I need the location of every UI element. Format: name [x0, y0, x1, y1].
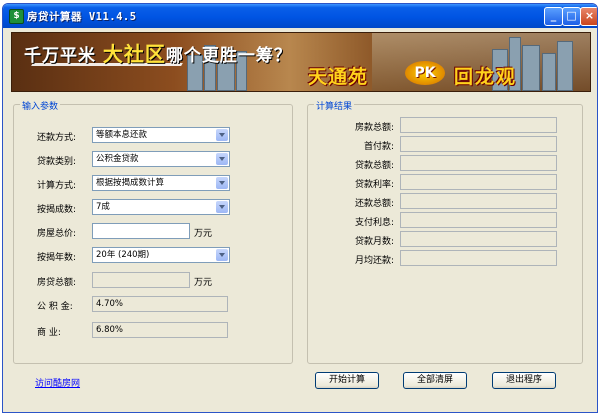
mortgage-ratio-value: 7成: [96, 202, 110, 212]
window-title: 房贷计算器 V11.4.5: [27, 11, 137, 23]
result-label: 月均还款:: [354, 256, 394, 266]
fund-rate-label: 公 积 金:: [37, 302, 73, 312]
result-field: [400, 193, 557, 209]
banner-headline-b: 大社区: [102, 42, 166, 66]
chevron-down-icon[interactable]: [216, 153, 228, 165]
repay-method-label: 还款方式:: [37, 133, 77, 143]
mortgage-years-label: 按揭年数:: [37, 253, 77, 263]
banner-pk-badge: PK: [405, 61, 445, 85]
result-field: [400, 250, 557, 266]
fund-rate-field: 4.70%: [92, 296, 228, 312]
mortgage-years-value: 20年 (240期): [96, 250, 150, 260]
result-title: 计算结果: [314, 99, 355, 112]
result-label: 贷款利率:: [354, 180, 394, 190]
chevron-down-icon[interactable]: [216, 201, 228, 213]
loan-type-label: 贷款类别:: [37, 157, 77, 167]
result-group: 计算结果 房款总额: 首付款: 贷款总额: 贷款利率: 还款总额: 支付利息: …: [307, 99, 583, 364]
result-label: 房款总额:: [354, 123, 394, 133]
ad-banner[interactable]: 千万平米 大社区哪个更胜一筹？ 天通苑 PK 回龙观: [11, 32, 591, 92]
repay-method-select[interactable]: 等额本息还款: [92, 127, 230, 143]
clear-all-button[interactable]: 全部清屏: [403, 372, 467, 389]
banner-headline-a: 千万平米: [24, 46, 96, 66]
result-label: 贷款月数:: [354, 237, 394, 247]
result-field: [400, 212, 557, 228]
house-price-input[interactable]: [92, 223, 190, 239]
banner-place-b: 回龙观: [454, 66, 518, 88]
house-price-unit: 万元: [194, 229, 213, 239]
result-label: 支付利息:: [354, 218, 394, 228]
result-field: [400, 136, 557, 152]
minimize-button[interactable]: _: [544, 7, 563, 26]
fund-rate-value: 4.70%: [96, 299, 124, 309]
result-label: 首付款:: [363, 142, 394, 152]
close-button[interactable]: ×: [580, 7, 597, 26]
house-price-label: 房屋总价:: [37, 229, 77, 239]
title-bar[interactable]: $ 房贷计算器 V11.4.5 _ □ ×: [3, 4, 597, 28]
banner-building: [522, 45, 540, 91]
banner-headline-c: 哪个更胜一筹？: [165, 46, 292, 66]
banner-building: [542, 53, 556, 91]
result-field: [400, 231, 557, 247]
commercial-rate-field: 6.80%: [92, 322, 228, 338]
banner-building: [557, 41, 573, 91]
result-field: [400, 155, 557, 171]
start-calc-button[interactable]: 开始计算: [315, 372, 379, 389]
banner-headline: 千万平米 大社区哪个更胜一筹？: [24, 38, 292, 67]
repay-method-value: 等额本息还款: [96, 130, 148, 140]
mortgage-ratio-label: 按揭成数:: [37, 205, 77, 215]
app-window: $ 房贷计算器 V11.4.5 _ □ × 千万平米 大社区哪个更胜一筹？ 天通…: [2, 3, 598, 413]
exit-button[interactable]: 退出程序: [492, 372, 556, 389]
result-field: [400, 117, 557, 133]
chevron-down-icon[interactable]: [216, 129, 228, 141]
commercial-rate-value: 6.80%: [96, 325, 124, 335]
result-label: 贷款总额:: [354, 161, 394, 171]
loan-total-unit: 万元: [194, 278, 213, 288]
chevron-down-icon[interactable]: [216, 177, 228, 189]
commercial-rate-label: 商 业:: [37, 328, 61, 338]
calc-method-select[interactable]: 根据按揭成数计算: [92, 175, 230, 191]
chevron-down-icon[interactable]: [216, 249, 228, 261]
banner-place-a: 天通苑: [308, 66, 369, 88]
app-icon: $: [9, 9, 24, 24]
result-field: [400, 174, 557, 190]
loan-total-label: 房贷总额:: [37, 278, 77, 288]
visit-site-link[interactable]: 访问酷房网: [35, 376, 80, 389]
mortgage-ratio-select[interactable]: 7成: [92, 199, 230, 215]
input-params-title: 输入参数: [20, 99, 61, 112]
calc-method-label: 计算方式:: [37, 181, 77, 191]
input-params-group: 输入参数 还款方式: 等额本息还款 贷款类别: 公积金贷款 计算方式: 根据按揭…: [13, 99, 293, 364]
result-label: 还款总额:: [354, 199, 394, 209]
maximize-button[interactable]: □: [562, 7, 581, 26]
loan-type-value: 公积金贷款: [96, 154, 139, 164]
calc-method-value: 根据按揭成数计算: [96, 178, 165, 188]
mortgage-years-select[interactable]: 20年 (240期): [92, 247, 230, 263]
loan-total-field: [92, 272, 190, 288]
loan-type-select[interactable]: 公积金贷款: [92, 151, 230, 167]
